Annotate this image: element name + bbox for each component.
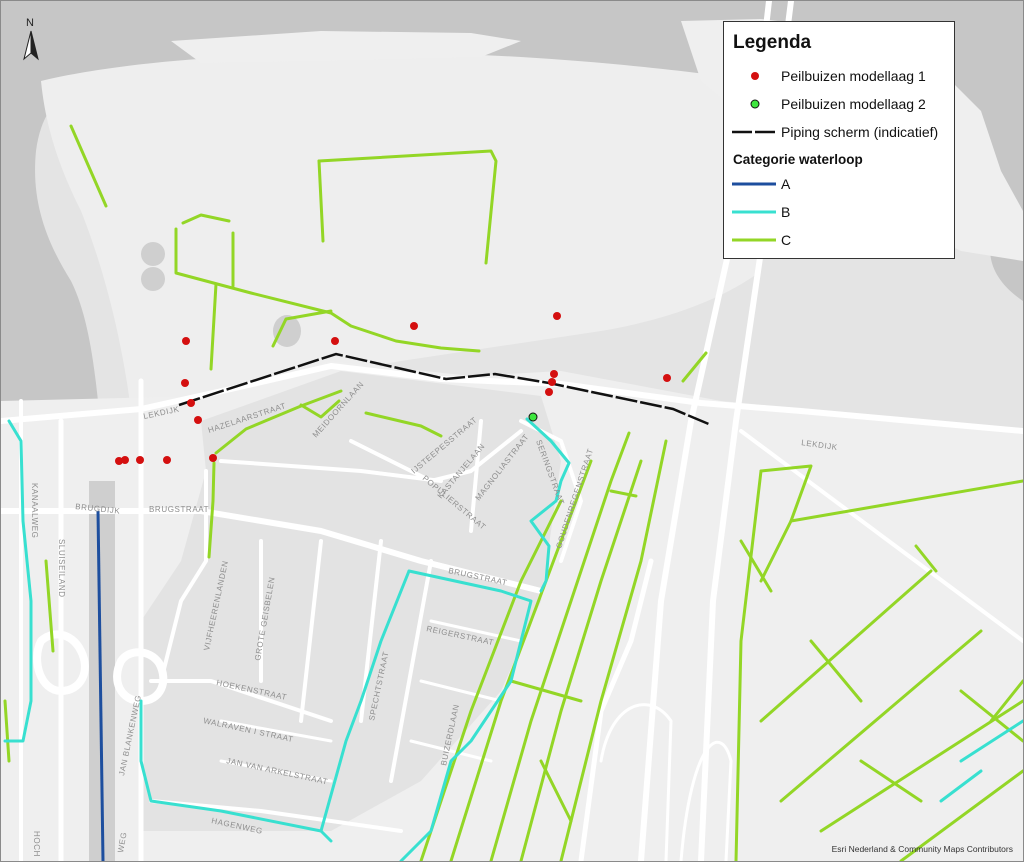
street-label-brugstraat: BRUGSTRAAT	[149, 505, 209, 514]
legend-category-title: Categorie waterloop	[733, 152, 863, 167]
peilbuis	[550, 370, 558, 378]
north-arrow: N	[20, 17, 42, 65]
north-label: N	[26, 17, 34, 29]
street-label-hoch: HOCH	[32, 831, 41, 857]
peilbuis	[181, 379, 189, 387]
legend-title: Legenda	[733, 32, 812, 53]
street-label-kanaalweg: KANAALWEG	[30, 483, 39, 539]
legend-label: A	[781, 176, 791, 192]
peilbuis	[545, 388, 553, 396]
legend-item-peilbuizen-1: Peilbuizen modellaag 1	[724, 66, 954, 86]
green-line-icon	[732, 238, 776, 242]
legend-item-peilbuizen-2: Peilbuizen modellaag 2	[724, 94, 954, 114]
blue-line-icon	[732, 182, 776, 186]
green-dot-icon	[750, 99, 760, 109]
peilbuis	[663, 374, 671, 382]
legend-label: B	[781, 204, 791, 220]
legend-label: C	[781, 232, 792, 248]
north-arrow-icon	[23, 30, 39, 61]
peilbuis	[331, 337, 339, 345]
legend-item-category-c: C	[724, 230, 954, 250]
cyan-line-icon	[732, 210, 776, 214]
peilbuis	[209, 454, 217, 462]
tank	[141, 242, 165, 266]
peilbuis	[163, 456, 171, 464]
peilbuis	[553, 312, 561, 320]
peilbuis	[548, 378, 556, 386]
legend-label: Piping scherm (indicatief)	[781, 124, 939, 140]
dashed-line-icon	[732, 130, 778, 134]
map-frame[interactable]: LEKDIJK LEKDIJK HAZELAARSTRAAT MEIDOORNL…	[0, 0, 1024, 862]
peilbuis	[410, 322, 418, 330]
red-dot-icon	[751, 72, 759, 80]
peilbuis	[194, 416, 202, 424]
forelands	[41, 53, 761, 411]
tank	[141, 267, 165, 291]
street-label-sluiseiland: SLUISEILAND	[57, 539, 66, 598]
legend-item-category-a: A	[724, 174, 954, 194]
peilbuis	[182, 337, 190, 345]
legend-label: Peilbuizen modellaag 2	[781, 96, 926, 112]
legend-item-piping-scherm: Piping scherm (indicatief)	[724, 122, 954, 142]
legend-item-category-b: B	[724, 202, 954, 222]
legend-label: Peilbuizen modellaag 1	[781, 68, 926, 84]
peilbuis-modellaag-2	[528, 412, 538, 422]
peilbuis	[187, 399, 195, 407]
peilbuis	[121, 456, 129, 464]
legend: Legenda Peilbuizen modellaag 1 Peilbuize…	[723, 21, 955, 259]
peilbuis	[136, 456, 144, 464]
map-attribution: Esri Nederland & Community Maps Contribu…	[831, 844, 1013, 854]
